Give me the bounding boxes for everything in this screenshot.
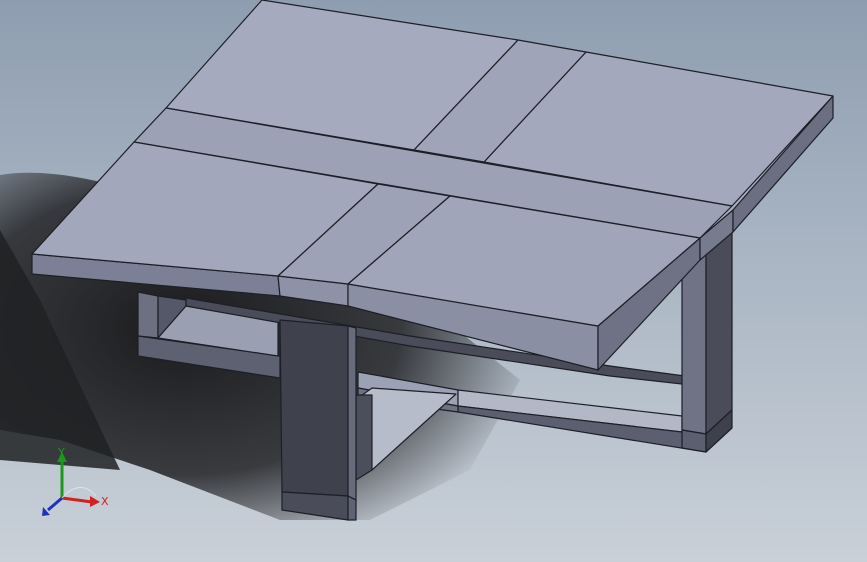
model-view[interactable]: Y X [0, 0, 867, 562]
x-axis-line [61, 496, 93, 504]
leg-front[interactable] [279, 319, 357, 521]
x-axis-arrow [90, 496, 100, 507]
z-axis-line [47, 496, 63, 512]
x-axis-label: X [101, 495, 109, 508]
y-axis-label: Y [57, 446, 65, 459]
graphics-viewport[interactable]: Y X [0, 0, 867, 562]
